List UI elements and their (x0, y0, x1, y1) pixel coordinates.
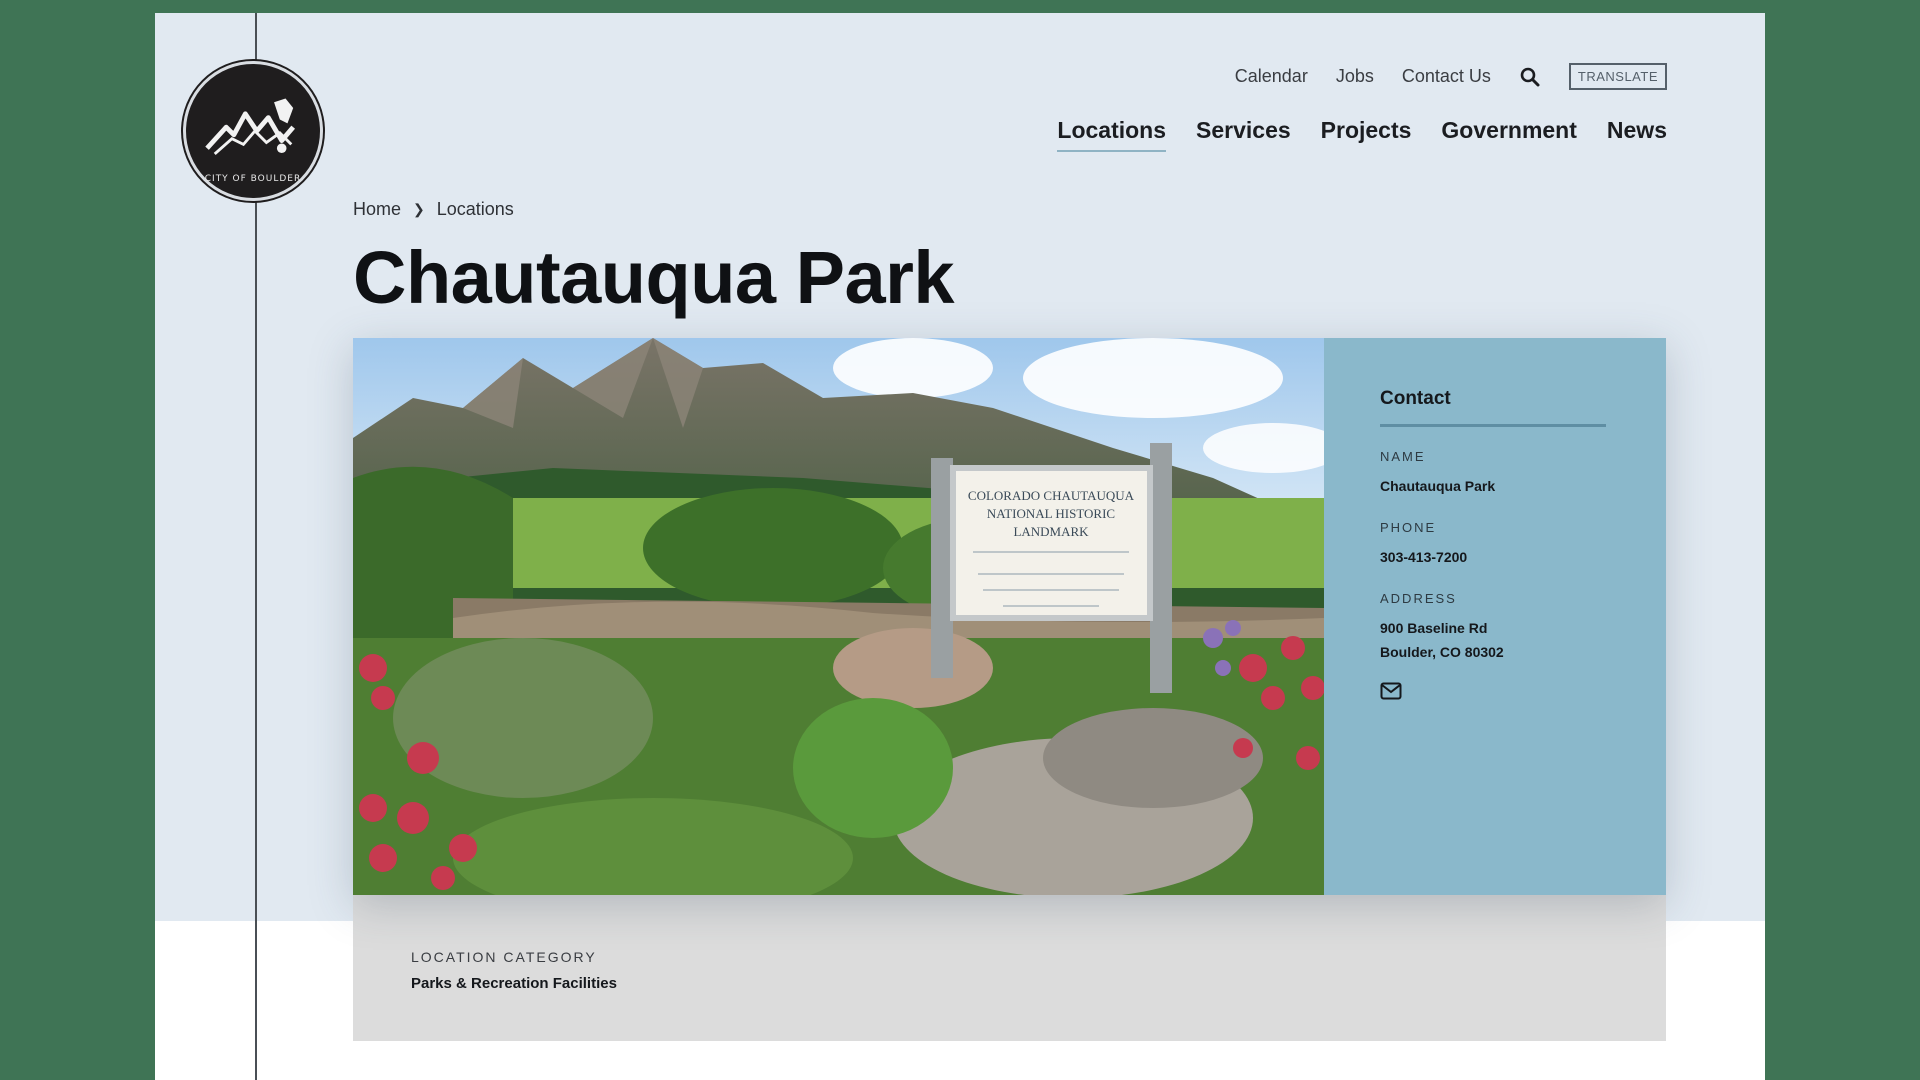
city-logo[interactable]: CITY OF BOULDER (183, 61, 323, 201)
contact-address-line2: Boulder, CO 80302 (1380, 644, 1504, 660)
contact-panel: Contact NAME Chautauqua Park PHONE 303-4… (1324, 338, 1666, 895)
search-icon[interactable] (1519, 66, 1541, 88)
nav-item-government[interactable]: Government (1441, 117, 1576, 152)
hero-photo: COLORADO CHAUTAUQUA NATIONAL HISTORIC LA… (353, 338, 1324, 895)
nav-item-locations[interactable]: Locations (1057, 117, 1166, 152)
location-category-bar: LOCATION CATEGORY Parks & Recreation Fac… (353, 895, 1666, 1041)
logo-text: CITY OF BOULDER (204, 174, 302, 184)
mail-icon[interactable] (1380, 682, 1402, 700)
breadcrumb-locations[interactable]: Locations (437, 199, 514, 220)
contact-address-label: ADDRESS (1380, 591, 1457, 606)
contact-phone-value[interactable]: 303-413-7200 (1380, 545, 1610, 569)
chevron-right-icon: ❯ (413, 201, 425, 217)
breadcrumb: Home ❯ Locations (353, 199, 514, 220)
contact-address: 900 Baseline Rd Boulder, CO 80302 (1380, 616, 1610, 664)
contact-name-value: Chautauqua Park (1380, 478, 1496, 494)
utility-nav: Calendar Jobs Contact Us TRANSLATE (1235, 63, 1667, 90)
category-label: LOCATION CATEGORY (411, 949, 597, 965)
nav-item-news[interactable]: News (1607, 117, 1667, 152)
nav-item-projects[interactable]: Projects (1321, 117, 1412, 152)
nav-item-services[interactable]: Services (1196, 117, 1291, 152)
main-nav: Locations Services Projects Government N… (1057, 117, 1667, 152)
translate-button[interactable]: TRANSLATE (1568, 63, 1667, 90)
jobs-link[interactable]: Jobs (1336, 66, 1374, 87)
page: CITY OF BOULDER Calendar Jobs Contact Us… (155, 13, 1765, 1080)
sign-line-3: LANDMARK (1013, 524, 1089, 539)
contact-us-link[interactable]: Contact Us (1402, 66, 1491, 87)
breadcrumb-home[interactable]: Home (353, 199, 401, 220)
hero-card: COLORADO CHAUTAUQUA NATIONAL HISTORIC LA… (353, 338, 1666, 895)
category-value[interactable]: Parks & Recreation Facilities (411, 975, 1608, 992)
contact-phone-label: PHONE (1380, 520, 1437, 535)
contact-heading: Contact (1380, 388, 1606, 427)
sign-line-1: COLORADO CHAUTAUQUA (968, 488, 1135, 503)
contact-name-label: NAME (1380, 449, 1426, 464)
sign-line-2: NATIONAL HISTORIC (987, 506, 1115, 521)
contact-address-line1: 900 Baseline Rd (1380, 620, 1488, 636)
page-title: Chautauqua Park (353, 236, 955, 319)
calendar-link[interactable]: Calendar (1235, 66, 1308, 87)
